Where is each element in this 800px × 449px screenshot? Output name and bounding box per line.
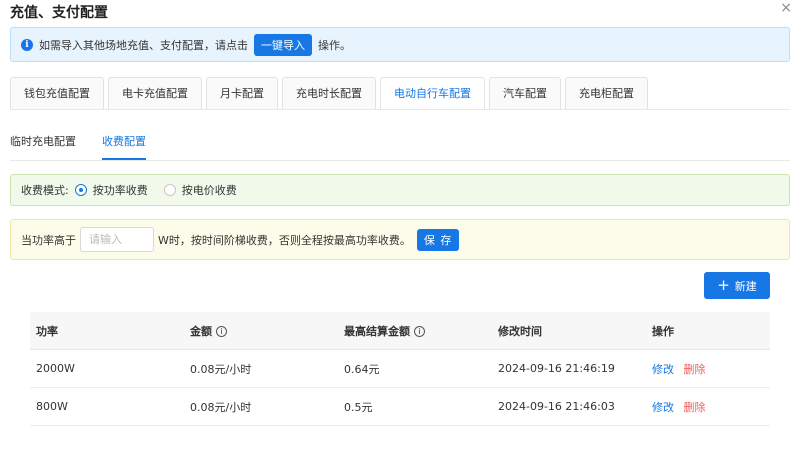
save-button[interactable]: 保 存 xyxy=(416,228,460,251)
new-button-label: 新建 xyxy=(734,279,757,293)
cell-modified-time: 2024-09-16 21:46:19 xyxy=(498,362,615,375)
info-text-after: 操作。 xyxy=(318,38,351,52)
new-button[interactable]: + 新建 xyxy=(704,272,770,299)
fee-table: 功率 金额 i 最高结算金额 i 修改时间 操作 2000W 0.08元/小时 0.… xyxy=(30,312,770,426)
tab-card-recharge[interactable]: 电卡充值配置 xyxy=(108,77,202,109)
tab-wallet-recharge[interactable]: 钱包充值配置 xyxy=(10,77,104,109)
cell-actions: 修改 删除 xyxy=(646,399,770,415)
sub-tabs: 临时充电配置 收费配置 xyxy=(10,133,172,160)
header-modified-time: 修改时间 xyxy=(498,324,542,338)
cell-amount: 0.08元/小时 xyxy=(190,400,252,414)
radio-by-price[interactable]: 按电价收费 xyxy=(163,182,237,198)
delete-link[interactable]: 删除 xyxy=(684,363,706,376)
header-max-amount: 最高结算金额 i xyxy=(338,323,492,339)
radio-unchecked-icon xyxy=(163,184,176,196)
cell-modified-time: 2024-09-16 21:46:03 xyxy=(498,400,615,413)
tab-monthly-card[interactable]: 月卡配置 xyxy=(206,77,278,109)
tabs-divider xyxy=(10,109,790,110)
radio-checked-icon xyxy=(74,184,87,196)
radio-by-price-label: 按电价收费 xyxy=(181,184,237,197)
header-power: 功率 xyxy=(36,324,58,338)
table-row: 2000W 0.08元/小时 0.64元 2024-09-16 21:46:19… xyxy=(30,350,770,388)
fee-mode-label: 收费模式: xyxy=(21,184,69,197)
tab-charging-cabinet[interactable]: 充电柜配置 xyxy=(565,77,648,109)
header-actions: 操作 xyxy=(652,324,674,338)
amount-info-icon[interactable]: i xyxy=(216,326,227,337)
one-click-import-button[interactable]: 一键导入 xyxy=(254,33,312,56)
table-header: 功率 金额 i 最高结算金额 i 修改时间 操作 xyxy=(30,312,770,350)
radio-by-power-label: 按功率收费 xyxy=(92,184,148,197)
plus-icon: + xyxy=(717,276,730,294)
edit-link[interactable]: 修改 xyxy=(652,401,674,414)
cell-max-amount: 0.5元 xyxy=(344,400,373,414)
import-info-bar: i 如需导入其他场地充值、支付配置，请点击 一键导入 操作。 xyxy=(10,27,790,62)
power-threshold-label: 当功率高于 xyxy=(21,233,76,247)
cell-actions: 修改 删除 xyxy=(646,361,770,377)
header-amount: 金额 i xyxy=(184,323,338,339)
close-icon[interactable]: × xyxy=(780,0,792,16)
config-tabs: 钱包充值配置 电卡充值配置 月卡配置 充电时长配置 电动自行车配置 汽车配置 充… xyxy=(10,77,652,109)
cell-power: 800W xyxy=(36,400,68,413)
cell-power: 2000W xyxy=(36,362,75,375)
radio-by-power[interactable]: 按功率收费 xyxy=(74,182,148,198)
subtab-temporary-charge[interactable]: 临时充电配置 xyxy=(10,133,76,160)
tab-charge-duration[interactable]: 充电时长配置 xyxy=(282,77,376,109)
max-amount-info-icon[interactable]: i xyxy=(414,326,425,337)
power-threshold-suffix: W时，按时间阶梯收费，否则全程按最高功率收费。 xyxy=(158,233,411,247)
cell-amount: 0.08元/小时 xyxy=(190,362,252,376)
power-threshold-bar: 当功率高于 W时，按时间阶梯收费，否则全程按最高功率收费。 保 存 xyxy=(10,219,790,260)
info-text-before: 如需导入其他场地充值、支付配置，请点击 xyxy=(39,38,248,52)
cell-max-amount: 0.64元 xyxy=(344,362,380,376)
table-row: 800W 0.08元/小时 0.5元 2024-09-16 21:46:03 修… xyxy=(30,388,770,426)
delete-link[interactable]: 删除 xyxy=(684,401,706,414)
tab-car[interactable]: 汽车配置 xyxy=(489,77,561,109)
info-icon: i xyxy=(21,38,33,51)
edit-link[interactable]: 修改 xyxy=(652,363,674,376)
fee-mode-bar: 收费模式: 按功率收费 按电价收费 xyxy=(10,174,790,206)
dialog-title: 充值、支付配置 xyxy=(10,5,108,21)
power-threshold-input[interactable] xyxy=(80,227,154,252)
tab-ebike[interactable]: 电动自行车配置 xyxy=(380,77,485,109)
subtabs-divider xyxy=(10,160,790,161)
subtab-fee-config[interactable]: 收费配置 xyxy=(102,133,146,160)
